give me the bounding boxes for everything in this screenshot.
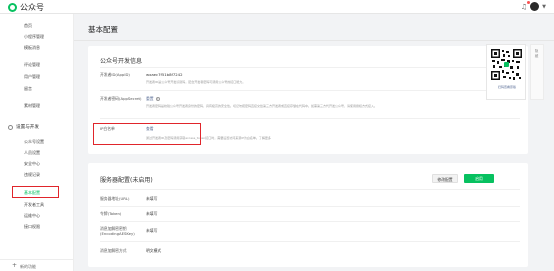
sidebar-item-messages[interactable]: 留言 bbox=[24, 86, 32, 92]
reset-link[interactable]: 重置 bbox=[146, 96, 154, 101]
divider bbox=[100, 189, 520, 190]
side-collapse-panel[interactable]: 隐藏 bbox=[530, 44, 544, 100]
sidebar-item-users[interactable]: 用户管理 bbox=[24, 74, 40, 80]
sidebar-item-account-settings[interactable]: 公众号设置 bbox=[24, 139, 44, 145]
card-title: 公众号开发信息 bbox=[100, 58, 143, 65]
token-label: 令牌(Token) bbox=[100, 211, 122, 216]
divider bbox=[100, 241, 520, 242]
sidebar-new-features[interactable]: + 新的功能 bbox=[0, 259, 74, 271]
plus-icon: + bbox=[12, 262, 18, 269]
qr-code-panel[interactable]: 扫码查看原版 bbox=[486, 44, 526, 100]
sidebar-item-home[interactable]: 首页 bbox=[24, 23, 32, 29]
enable-button[interactable]: 启用 bbox=[464, 174, 494, 183]
annotation-highlight-box bbox=[12, 186, 59, 198]
token-value: 未填写 bbox=[146, 211, 158, 216]
qr-caption: 扫码查看原版 bbox=[497, 85, 516, 89]
help-icon[interactable]: ? bbox=[155, 97, 160, 101]
avatar[interactable] bbox=[530, 2, 540, 11]
wechat-logo-icon bbox=[8, 3, 17, 12]
page-title: 基本配置 bbox=[88, 25, 118, 34]
modify-config-button[interactable]: 修改配置 bbox=[432, 174, 458, 183]
top-bar: 公众号 ♫ ▼ bbox=[0, 0, 554, 14]
server-config-card: 服务器配置(未启用) 修改配置 启用 服务器地址(URL) 未填写 令牌(Tok… bbox=[88, 163, 528, 267]
divider bbox=[100, 206, 520, 207]
divider bbox=[100, 67, 520, 68]
divider bbox=[100, 221, 520, 222]
app-logo[interactable]: 公众号 bbox=[8, 2, 44, 13]
server-url-label: 服务器地址(URL) bbox=[100, 196, 130, 201]
collapse-label: 隐藏 bbox=[535, 49, 539, 59]
sidebar-group-settings-dev[interactable]: 设置与开发 bbox=[8, 124, 39, 130]
divider bbox=[100, 90, 520, 91]
encryption-mode-label: 消息加解密方式 bbox=[100, 248, 127, 253]
server-url-value: 未填写 bbox=[146, 196, 158, 201]
settings-icon bbox=[8, 124, 13, 130]
aeskey-value: 未填写 bbox=[146, 228, 158, 233]
aeskey-label: 消息加解密密钥(EncodingAESKey) bbox=[100, 226, 135, 236]
sidebar-item-materials[interactable]: 素材管理 bbox=[24, 103, 40, 109]
card-title: 服务器配置(未启用) bbox=[100, 177, 153, 184]
encryption-mode-value: 明文模式 bbox=[146, 248, 162, 253]
developer-info-card: 公众号开发信息 开发者ID(AppID) wxaec7f51b8f7242 开发… bbox=[88, 46, 528, 154]
sidebar-item-ops-center[interactable]: 运维中心 bbox=[24, 213, 40, 219]
sidebar-item-violation-records[interactable]: 违规记录 bbox=[24, 172, 40, 178]
title-divider bbox=[74, 40, 554, 41]
appid-label: 开发者ID(AppID) bbox=[100, 72, 130, 77]
app-name: 公众号 bbox=[20, 3, 44, 12]
chevron-down-icon[interactable]: ▼ bbox=[542, 4, 546, 10]
sidebar: 首页 小程序管理 模板消息 评论管理 用户管理 留言 素材管理 设置与开发 公众… bbox=[0, 14, 74, 271]
appid-value: wxaec7f51b8f7242 bbox=[146, 72, 183, 77]
sidebar-item-template-messages[interactable]: 模板消息 bbox=[24, 45, 40, 51]
new-features-label: 新的功能 bbox=[20, 263, 36, 269]
notification-badge bbox=[527, 0, 531, 4]
sidebar-item-people-settings[interactable]: 人员设置 bbox=[24, 150, 40, 156]
sidebar-item-dev-tools[interactable]: 开发者工具 bbox=[24, 202, 44, 208]
sidebar-group-label: 设置与开发 bbox=[16, 125, 39, 130]
sidebar-item-security-center[interactable]: 安全中心 bbox=[24, 161, 40, 167]
qr-code-image bbox=[490, 48, 523, 81]
annotation-highlight-box bbox=[93, 123, 201, 145]
divider bbox=[100, 118, 520, 119]
appid-description: 开发者ID是公众号开发识别码，配合开发者密码可调用公众号的接口能力。 bbox=[146, 80, 246, 84]
sidebar-item-miniprogram[interactable]: 小程序管理 bbox=[24, 34, 44, 40]
appsecret-reset: 重置? bbox=[146, 96, 160, 102]
notification-icon[interactable]: ♫ bbox=[521, 0, 531, 11]
sidebar-item-comments[interactable]: 评论管理 bbox=[24, 62, 40, 68]
sidebar-item-api-permissions[interactable]: 接口权限 bbox=[24, 224, 40, 230]
appsecret-label: 开发者密码(AppSecret) bbox=[100, 96, 142, 101]
appsecret-description: 开发者密码是校验公众号开发者身份的密码，具有极高的安全性。切记勿把密码直接交给第… bbox=[146, 104, 378, 108]
top-right-controls: ♫ ▼ bbox=[521, 0, 546, 11]
